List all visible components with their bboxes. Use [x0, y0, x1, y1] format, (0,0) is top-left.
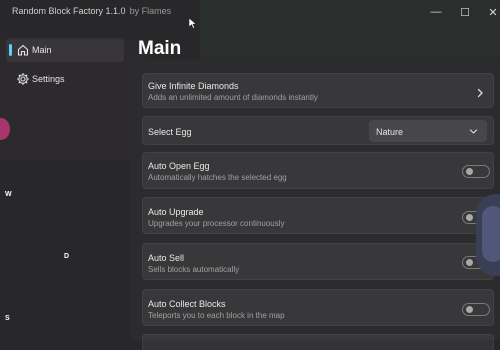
window-title-text: Random Block Factory 1.1.0	[12, 6, 126, 16]
egg-select[interactable]: Nature	[369, 120, 487, 142]
card-description: Teleports you to each block in the map	[148, 311, 285, 320]
joystick-knob	[482, 206, 500, 262]
chevron-down-icon	[469, 129, 478, 134]
minimize-icon: —	[430, 6, 442, 18]
game-joystick	[476, 194, 500, 276]
mouse-cursor-icon	[189, 18, 197, 29]
card-title: Auto Upgrade	[148, 207, 204, 217]
auto-collect-blocks-card: Auto Collect Blocks Teleports you to eac…	[142, 289, 494, 326]
auto-open-egg-toggle[interactable]	[462, 165, 490, 178]
card-title: Auto Sell	[148, 253, 185, 263]
close-button[interactable]: ✕	[484, 3, 500, 21]
card-description: Sells blocks automatically	[148, 265, 240, 274]
next-card-partial	[142, 334, 494, 350]
title-bar[interactable]: Random Block Factory 1.1.0 by Flames — ☐ …	[0, 0, 500, 24]
card-title: Give Infinite Diamonds	[148, 81, 239, 91]
auto-sell-card: Auto Sell Sells blocks automatically	[142, 243, 494, 280]
give-infinite-diamonds-button[interactable]: Give Infinite Diamonds Adds an unlimited…	[142, 73, 494, 108]
sidebar-item-label: Settings	[32, 74, 65, 84]
minimize-button[interactable]: —	[427, 3, 445, 21]
select-egg-card: Select Egg Nature	[142, 116, 494, 145]
card-description: Adds an unlimited amount of diamonds ins…	[148, 93, 318, 102]
sidebar-item-label: Main	[32, 45, 52, 55]
toggle-knob	[466, 259, 473, 266]
home-icon	[17, 44, 29, 56]
chevron-right-icon	[477, 88, 483, 98]
close-icon: ✕	[488, 6, 498, 19]
gear-icon	[16, 72, 30, 86]
sidebar: Main Settings	[0, 36, 130, 350]
auto-upgrade-card: Auto Upgrade Upgrades your processor con…	[142, 197, 494, 234]
auto-collect-blocks-toggle[interactable]	[462, 303, 490, 316]
app-window: Random Block Factory 1.1.0 by Flames — ☐ …	[0, 0, 500, 350]
toggle-knob	[466, 214, 473, 221]
card-title: Select Egg	[148, 127, 192, 137]
card-title: Auto Open Egg	[148, 161, 210, 171]
auto-open-egg-card: Auto Open Egg Automatically hatches the …	[142, 152, 494, 189]
card-title: Auto Collect Blocks	[148, 299, 226, 309]
maximize-icon: ☐	[460, 6, 470, 19]
key-hint-s: S	[5, 315, 10, 322]
window-title: Random Block Factory 1.1.0 by Flames	[12, 6, 171, 16]
key-hint-w: W	[5, 191, 12, 198]
toggle-knob	[466, 306, 473, 313]
key-hint-d: D	[64, 253, 70, 260]
sidebar-item-main[interactable]: Main	[6, 38, 124, 62]
active-indicator	[9, 44, 12, 56]
card-description: Upgrades your processor continuously	[148, 219, 285, 228]
select-value: Nature	[376, 127, 404, 137]
window-subtitle: by Flames	[129, 6, 172, 16]
card-description: Automatically hatches the selected egg	[148, 173, 287, 182]
page-title: Main	[138, 38, 182, 59]
maximize-button[interactable]: ☐	[456, 3, 474, 21]
toggle-knob	[466, 168, 473, 175]
sidebar-item-settings[interactable]: Settings	[6, 67, 124, 91]
